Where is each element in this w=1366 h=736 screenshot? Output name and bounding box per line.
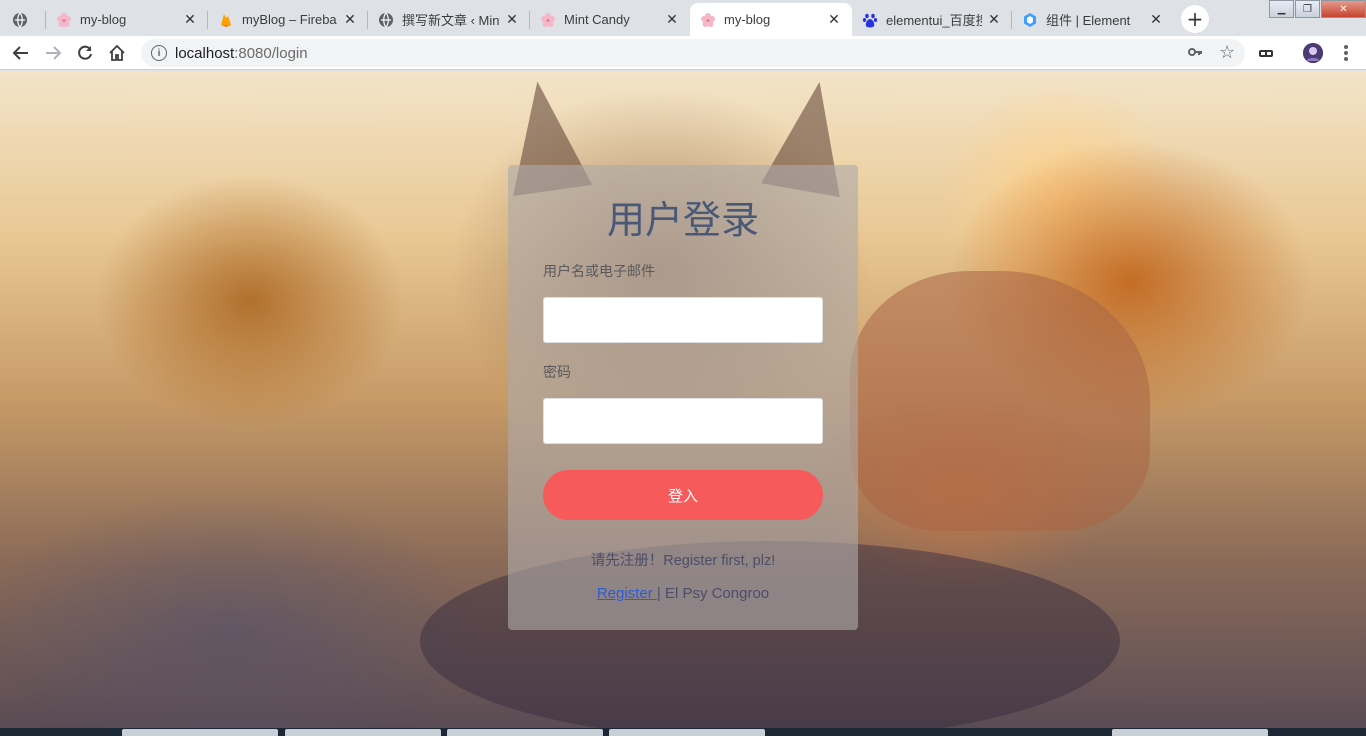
star-icon[interactable]: ☆ — [1219, 42, 1235, 63]
register-hint: 请先注册！Register first, plz! — [590, 553, 776, 569]
globe-icon — [378, 12, 394, 28]
tab-mint-editor[interactable]: 撰写新文章 ‹ Mint ✕ — [368, 3, 530, 36]
browser-toolbar: i localhost:8080/login ☆ — [0, 36, 1366, 70]
window-close-button[interactable]: ✕ — [1321, 0, 1366, 18]
arrow-left-icon — [12, 46, 28, 60]
sakura-icon — [56, 12, 72, 28]
plus-icon: + — [1186, 7, 1204, 31]
login-card: 用户登录 用户名或电子邮件 密码 登入 请先注册！Register first,… — [508, 165, 858, 630]
reload-icon — [78, 45, 92, 60]
menu-icon[interactable] — [1336, 43, 1356, 63]
sakura-icon — [540, 12, 556, 28]
username-label: 用户名或电子邮件 — [543, 264, 655, 280]
back-button[interactable] — [8, 40, 34, 66]
taskbar-item[interactable] — [122, 729, 278, 736]
close-icon[interactable]: ✕ — [986, 12, 1002, 28]
tab-pinned[interactable] — [6, 3, 46, 36]
close-icon[interactable]: ✕ — [1148, 12, 1164, 28]
taskbar-item[interactable] — [285, 729, 441, 736]
close-icon[interactable]: ✕ — [504, 12, 520, 28]
baidu-icon — [862, 12, 878, 28]
password-label: 密码 — [543, 365, 571, 381]
taskbar-item[interactable] — [447, 729, 603, 736]
login-title: 用户登录 — [606, 198, 759, 242]
tab-title: myBlog – Fireba — [242, 12, 337, 27]
close-icon[interactable]: ✕ — [342, 12, 358, 28]
close-icon[interactable]: ✕ — [826, 12, 842, 28]
footer-links: Register | El Psy Congroo — [508, 585, 858, 602]
tab-title: Mint Candy — [564, 12, 630, 27]
avatar[interactable] — [1303, 43, 1323, 63]
tab-firebase[interactable]: myBlog – Fireba ✕ — [208, 3, 368, 36]
page-viewport: 用户登录 用户名或电子邮件 密码 登入 请先注册！Register first,… — [0, 71, 1366, 728]
minimize-button[interactable]: ▁ — [1269, 0, 1294, 18]
tab-title: my-blog — [80, 12, 127, 27]
tab-my-blog-active[interactable]: my-blog ✕ — [690, 3, 852, 36]
home-icon — [109, 44, 125, 61]
info-icon[interactable]: i — [151, 45, 167, 61]
tab-element[interactable]: 组件 | Element ✕ — [1012, 3, 1174, 36]
register-link[interactable]: Register — [597, 585, 657, 602]
ghost-extension-icon[interactable] — [1256, 43, 1276, 63]
maximize-button[interactable]: ❐ — [1295, 0, 1320, 18]
element-icon — [1022, 12, 1038, 28]
taskbar-item[interactable] — [609, 729, 765, 736]
tab-mint-candy[interactable]: Mint Candy ✕ — [530, 3, 690, 36]
home-button[interactable] — [104, 40, 130, 66]
login-button[interactable]: 登入 — [543, 470, 823, 520]
password-input[interactable] — [543, 398, 823, 444]
globe-icon — [12, 12, 28, 28]
url-path: :8080/login — [234, 44, 308, 62]
address-bar[interactable]: i localhost:8080/login — [141, 39, 1245, 67]
username-input[interactable] — [543, 297, 823, 343]
tab-baidu[interactable]: elementui_百度搜 ✕ — [852, 3, 1012, 36]
key-icon[interactable] — [1187, 44, 1203, 64]
tab-title: 撰写新文章 ‹ Mint — [402, 13, 500, 28]
sakura-icon — [700, 12, 716, 28]
tagline: El Psy Congroo — [660, 585, 770, 602]
tab-title: my-blog — [724, 12, 771, 27]
tab-title: elementui_百度搜 — [886, 13, 982, 28]
reload-button[interactable] — [72, 40, 98, 66]
close-icon[interactable]: ✕ — [664, 12, 680, 28]
url-host: localhost — [175, 44, 235, 62]
tab-title: 组件 | Element — [1046, 13, 1131, 28]
firebase-icon — [218, 12, 234, 28]
arrow-right-icon — [46, 46, 62, 60]
forward-button[interactable] — [40, 40, 66, 66]
os-taskbar — [0, 728, 1366, 736]
window-controls: ▁ ❐ ✕ — [1268, 0, 1366, 18]
close-icon[interactable]: ✕ — [182, 12, 198, 28]
taskbar-item[interactable] — [1112, 729, 1268, 736]
tab-my-blog-1[interactable]: my-blog ✕ — [46, 3, 208, 36]
new-tab-button[interactable]: + — [1181, 5, 1209, 33]
tab-strip: my-blog ✕ myBlog – Fireba ✕ 撰写新文章 ‹ Mint… — [0, 0, 1366, 36]
